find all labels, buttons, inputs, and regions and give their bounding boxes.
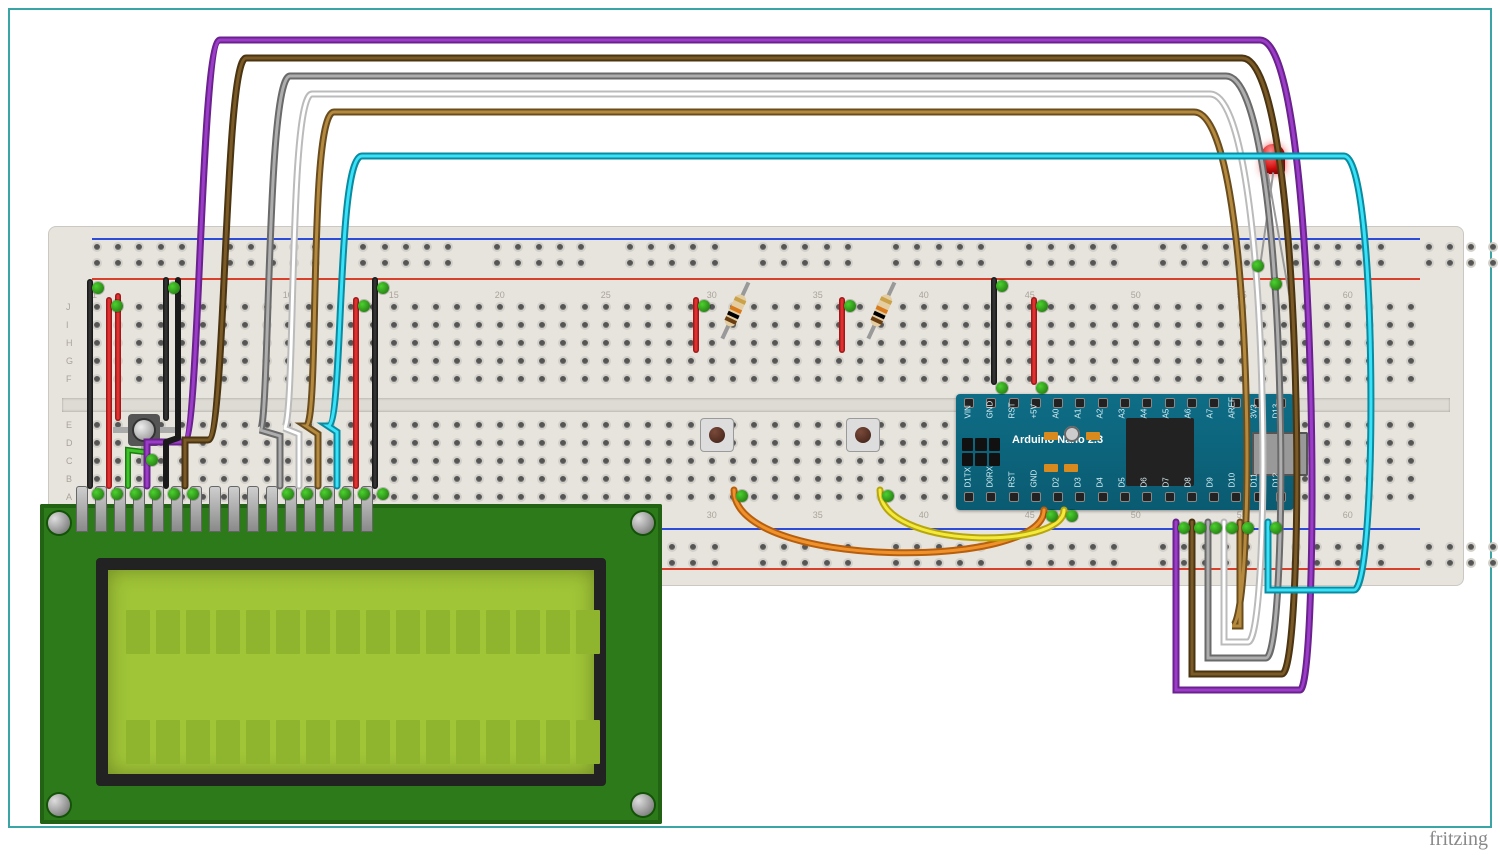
led-red [1261, 144, 1285, 174]
nano-usb-port [1252, 432, 1308, 476]
wire-endpoint [1066, 510, 1078, 522]
wire-endpoint [339, 488, 351, 500]
wire-endpoint [1270, 278, 1282, 290]
wire-endpoint [301, 488, 313, 500]
wire-endpoint [149, 488, 161, 500]
wire-endpoint [92, 488, 104, 500]
wire-endpoint [996, 280, 1008, 292]
lcd-screen [96, 558, 606, 786]
lcd-screw [48, 794, 70, 816]
wire-endpoint [736, 490, 748, 502]
wire-endpoint [1242, 522, 1254, 534]
wire-endpoint [130, 488, 142, 500]
wire-endpoint [282, 488, 294, 500]
wire-endpoint [92, 282, 104, 294]
arduino-nano: Arduino Nano 2.3 VINGNDRST+5VA0A1A2A3A4A… [956, 394, 1294, 510]
wire-endpoint [1210, 522, 1222, 534]
wire-endpoint [320, 488, 332, 500]
wire-endpoint [698, 300, 710, 312]
wire-endpoint [168, 282, 180, 294]
wire-endpoint [882, 490, 894, 502]
lcd-screw [48, 512, 70, 534]
wire-endpoint [111, 488, 123, 500]
wire-endpoint [1270, 522, 1282, 534]
wire-endpoint [1226, 522, 1238, 534]
wire-endpoint [187, 488, 199, 500]
wire-endpoint [1178, 522, 1190, 534]
potentiometer [128, 414, 160, 446]
pushbutton-2[interactable] [846, 418, 880, 452]
lcd-screw [632, 794, 654, 816]
wire-endpoint [146, 454, 158, 466]
wire-endpoint [377, 282, 389, 294]
wire-endpoint [358, 300, 370, 312]
nano-mcu-chip [1126, 418, 1194, 486]
lcd-screw [632, 512, 654, 534]
wire-endpoint [996, 382, 1008, 394]
wire-endpoint [358, 488, 370, 500]
nano-icsp-header [962, 438, 1000, 466]
nano-reset-button[interactable] [1064, 426, 1080, 442]
wire-endpoint [1046, 510, 1058, 522]
wire-endpoint [168, 488, 180, 500]
diagram-frame: 1155101015152020252530303535404045455050… [8, 8, 1492, 828]
pushbutton-1[interactable] [700, 418, 734, 452]
wire-endpoint [1036, 382, 1048, 394]
wire-endpoint [844, 300, 856, 312]
wire-endpoint [1036, 300, 1048, 312]
fritzing-branding: fritzing [1429, 828, 1488, 851]
wire-endpoint [111, 300, 123, 312]
wire-endpoint [377, 488, 389, 500]
lcd-16x2 [40, 504, 662, 824]
wire-endpoint [1252, 260, 1264, 272]
wire-endpoint [1194, 522, 1206, 534]
